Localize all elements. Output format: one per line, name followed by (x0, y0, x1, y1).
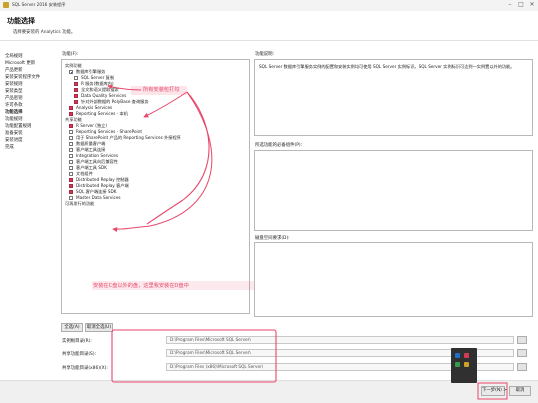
annotation-label: 安装在C盘以外的盘，这里我安装在D盘中 (93, 283, 189, 289)
checkbox-icon[interactable] (69, 196, 73, 200)
shared-dir-x86-browse-button[interactable] (517, 363, 527, 371)
annotation-label: 所有安装包打勾 (143, 87, 180, 93)
checkbox-icon[interactable] (74, 94, 78, 98)
checkbox-icon[interactable] (69, 178, 73, 182)
sidebar-item-microsoft-update[interactable]: Microsoft 更新 (5, 60, 35, 66)
cancel-button[interactable]: 取消 (509, 386, 531, 396)
features-label: 功能(F): (62, 52, 79, 57)
close-button[interactable]: ✕ (527, 1, 537, 9)
shared-dir-browse-button[interactable] (517, 349, 527, 357)
window-title: SQL Server 2016 安装程序 (12, 2, 66, 7)
sidebar-item-license-terms[interactable]: 许可条款 (5, 102, 23, 108)
shared-dir-label: 共享功能目录(S): (62, 352, 97, 357)
instance-root-field[interactable]: D:\Program Files\Microsoft SQL Server\ (166, 336, 514, 344)
sidebar: 全局规则 Microsoft 更新 产品更新 安装安装程序文件 安装规则 安装类… (0, 41, 57, 381)
instance-root-label: 实例根目录(R): (62, 339, 92, 344)
sidebar-item-feature-rules[interactable]: 功能规则 (5, 116, 23, 122)
sidebar-item-install-progress[interactable]: 安装进度 (5, 137, 23, 143)
prerequisites-label: 所选功能的必备组件(P): (255, 143, 303, 148)
window-titlebar: SQL Server 2016 安装程序 – □ ✕ (0, 0, 538, 11)
sidebar-item-complete[interactable]: 完成 (5, 144, 14, 150)
checkbox-icon[interactable] (74, 100, 78, 104)
disk-space-box (254, 242, 533, 317)
checkbox-icon[interactable] (69, 172, 73, 176)
checkbox-icon[interactable] (74, 88, 78, 92)
checkbox-icon[interactable] (69, 166, 73, 170)
checkbox-icon[interactable] (69, 148, 73, 152)
feature-description-text: SQL Server 数据库引擎服务实例的配置和安装实例均可使用 SQL Ser… (259, 64, 515, 69)
select-all-button[interactable]: 全选(A) (61, 323, 83, 332)
thumbnail-icon (455, 353, 460, 358)
checkbox-icon[interactable] (69, 160, 73, 164)
app-thumbnail (451, 348, 477, 383)
sidebar-item-feature-config-rules[interactable]: 功能配置规则 (5, 123, 31, 129)
shared-dir-x86-label: 共享功能目录(x86)(X): (62, 366, 108, 371)
checkbox-icon[interactable] (69, 70, 73, 74)
checkbox-icon[interactable] (69, 130, 73, 134)
checkbox-icon[interactable] (69, 154, 73, 158)
feature-description-label: 功能说明: (255, 52, 275, 57)
sidebar-item-install-setup-files[interactable]: 安装安装程序文件 (5, 74, 40, 80)
thumbnail-icon (464, 353, 469, 358)
feature-description-box: SQL Server 数据库引擎服务实例的配置和安装实例均可使用 SQL Ser… (254, 59, 533, 136)
next-button[interactable]: 下一步(N) > (481, 386, 507, 396)
checkbox-icon[interactable] (69, 106, 73, 110)
checkbox-icon[interactable] (69, 142, 73, 146)
sidebar-item-product-key[interactable]: 产品密钥 (5, 95, 23, 101)
sidebar-item-global-rules[interactable]: 全局规则 (5, 53, 23, 59)
app-icon (3, 2, 9, 8)
sidebar-item-install-type[interactable]: 安装类型 (5, 88, 23, 94)
prerequisites-box (254, 150, 533, 231)
checkbox-icon[interactable] (69, 112, 73, 116)
checkbox-icon[interactable] (69, 184, 73, 188)
thumbnail-icon (464, 362, 469, 367)
sidebar-item-install-rules[interactable]: 安装规则 (5, 81, 23, 87)
checkbox-icon[interactable] (69, 190, 73, 194)
instance-root-browse-button[interactable] (517, 336, 527, 344)
disk-space-label: 磁盘空间要求(D): (255, 236, 290, 241)
checkbox-icon[interactable] (69, 136, 73, 140)
checkbox-icon[interactable] (69, 124, 73, 128)
sidebar-item-product-updates[interactable]: 产品更新 (5, 67, 23, 73)
sidebar-item-feature-selection[interactable]: 功能选择 (5, 109, 23, 115)
deselect-all-button[interactable]: 取消全选(U) (85, 323, 113, 332)
maximize-button[interactable]: □ (516, 1, 526, 9)
feature-tree: 实例功能 数据库引擎服务 SQL Server 复制 R 服务(数据库内) 全文… (61, 59, 250, 314)
checkbox-icon[interactable] (74, 82, 78, 86)
sidebar-item-ready-to-install[interactable]: 准备安装 (5, 130, 23, 136)
thumbnail-icon (455, 362, 460, 367)
page-title: 功能选择 (7, 17, 35, 25)
page-subtitle: 选择要安装的 Analytics 功能。 (13, 30, 76, 35)
minimize-button[interactable]: – (505, 1, 515, 9)
bottom-bar (0, 380, 538, 403)
page-header: 功能选择 选择要安装的 Analytics 功能。 (0, 11, 538, 41)
checkbox-icon[interactable] (74, 76, 78, 80)
